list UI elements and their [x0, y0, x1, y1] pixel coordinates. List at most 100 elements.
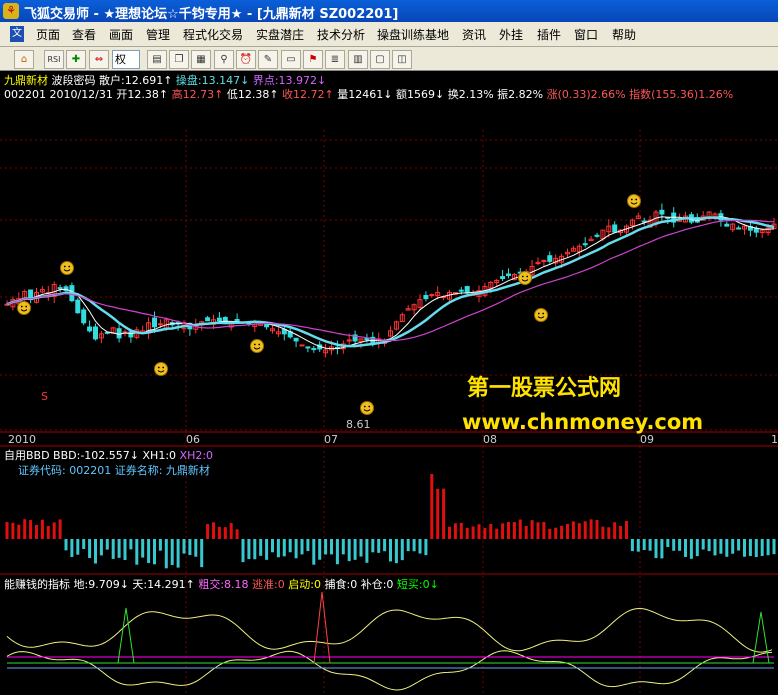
bbd-bar [654, 539, 658, 559]
candle-body [506, 273, 511, 276]
watermark-title: 第一股票公式网 [467, 376, 622, 401]
bbd-bar [501, 523, 505, 539]
candle-body [128, 331, 134, 338]
menu-view[interactable]: 查看 [72, 26, 96, 43]
menu-plugins[interactable]: 插件 [537, 26, 561, 43]
price-header-line2: 002201 2010/12/31 开12.38↑ 高12.73↑ 低12.38… [4, 86, 733, 102]
ind-start: 启动:0 [288, 578, 321, 591]
menu-program-trading[interactable]: 程式化交易 [183, 26, 243, 43]
bbd-bar [489, 524, 493, 539]
bbd-bar [188, 539, 192, 556]
menu-plugin-ext[interactable]: 外挂 [499, 26, 523, 43]
menu-screen[interactable]: 画面 [109, 26, 133, 43]
arrow-lr-icon[interactable]: ⇔ [89, 50, 109, 69]
home-icon[interactable]: ⌂ [14, 50, 34, 69]
menu-training[interactable]: 操盘训练基地 [377, 26, 449, 43]
candle-body [429, 294, 435, 297]
copy-icon[interactable]: ❐ [169, 50, 189, 69]
bbd-bar [648, 539, 652, 551]
bbd-bar [35, 524, 38, 539]
bbd-bar [495, 528, 499, 539]
bbd-bar [772, 539, 776, 555]
bbd-bar [554, 527, 558, 539]
bbd-bar [453, 523, 457, 539]
bbd-bar [595, 520, 599, 539]
menu-page[interactable]: 页面 [36, 26, 60, 43]
bbd-bar [271, 539, 274, 553]
bbd-bar [436, 488, 440, 539]
header-volume: 量12461↓ [333, 88, 393, 101]
bbd-bar [99, 539, 103, 556]
header-amplitude: 振2.82% [493, 88, 544, 101]
bbd-header-line1: 自用BBD BBD:-102.557↓ XH1:0 XH2:0 [4, 447, 213, 463]
indicator-lines [6, 591, 774, 691]
bbd-bar [630, 539, 634, 552]
menu-help[interactable]: 帮助 [612, 26, 636, 43]
smiley-icon [627, 194, 641, 208]
candle-body [659, 209, 665, 215]
menu-window[interactable]: 窗口 [574, 26, 598, 43]
candle-body [205, 317, 211, 322]
grid-icon[interactable]: ▦ [191, 50, 211, 69]
window-icon[interactable]: ▢ [370, 50, 390, 69]
bbd-bar [412, 539, 416, 552]
bbd-bar [707, 539, 711, 552]
menu-tech-analysis[interactable]: 技术分析 [317, 26, 365, 43]
bbd-bar [625, 521, 628, 539]
bbd-bar [5, 522, 9, 539]
bbd-bar [247, 539, 251, 560]
bbd-bar [660, 539, 664, 559]
menu-live[interactable]: 实盘潜庄 [256, 26, 304, 43]
bbd-bar [212, 522, 215, 539]
bbd-bar [672, 539, 676, 551]
candle-body [81, 309, 87, 324]
date-label-1: 1 [771, 433, 778, 446]
bbd-bar [23, 519, 27, 539]
bbd-bar [318, 539, 322, 560]
bbd-bar [147, 539, 151, 564]
header-turnover: 换2.13% [444, 88, 494, 101]
bbd-bar [135, 539, 139, 565]
bbd-bar [335, 539, 339, 565]
draw-icon[interactable]: ⚑ [303, 50, 323, 69]
bbd-bar [170, 539, 174, 565]
bbd-bar [524, 525, 528, 539]
chart-icon[interactable]: ◫ [392, 50, 412, 69]
menu-info[interactable]: 资讯 [462, 26, 486, 43]
bbd-bar [684, 539, 687, 557]
bbd-bar [88, 539, 92, 559]
book-icon[interactable]: ▭ [281, 50, 301, 69]
candle-body [305, 346, 311, 349]
bbd-bar [394, 539, 398, 564]
earth-line [6, 607, 773, 653]
plus-cross-icon[interactable]: ✚ [66, 50, 86, 69]
menu-manage[interactable]: 管理 [146, 26, 170, 43]
header-high: 高12.73↑ [168, 88, 224, 101]
rsi-icon[interactable]: RSI [44, 50, 64, 69]
pen-icon[interactable]: ✎ [258, 50, 278, 69]
menu-bar: 文 页面 查看 画面 管理 程式化交易 实盘潜庄 技术分析 操盘训练基地 资讯 … [0, 22, 778, 47]
bbd-bar [465, 527, 469, 539]
candle-body [736, 227, 742, 230]
bbd-bar [536, 522, 540, 539]
bbd-bar [223, 527, 227, 539]
bbd-bar [200, 539, 204, 568]
doc-menu-icon[interactable]: 文 [10, 26, 24, 42]
bbd-header-line2: 证券代码: 002201 证券名称: 九鼎新材 [18, 464, 210, 477]
list-icon[interactable]: ≣ [325, 50, 345, 69]
rights-select[interactable]: 权 [112, 50, 140, 69]
bbd-bar [217, 526, 221, 539]
bbd-bar [613, 522, 617, 539]
bbd-bar [58, 519, 62, 539]
xh2-value: XH2:0 [176, 449, 214, 462]
chart-area[interactable] [0, 70, 778, 695]
layout-icon[interactable]: ▤ [147, 50, 167, 69]
bbd-bar [11, 522, 15, 539]
xh1-value: XH1:0 [139, 449, 177, 462]
panel-icon[interactable]: ▥ [348, 50, 368, 69]
alarm-icon[interactable]: ⏰ [236, 50, 256, 69]
zoom-icon[interactable]: ⚲ [214, 50, 234, 69]
bbd-bar [731, 539, 735, 554]
candle-body [364, 337, 370, 341]
bbd-bar [294, 539, 298, 559]
